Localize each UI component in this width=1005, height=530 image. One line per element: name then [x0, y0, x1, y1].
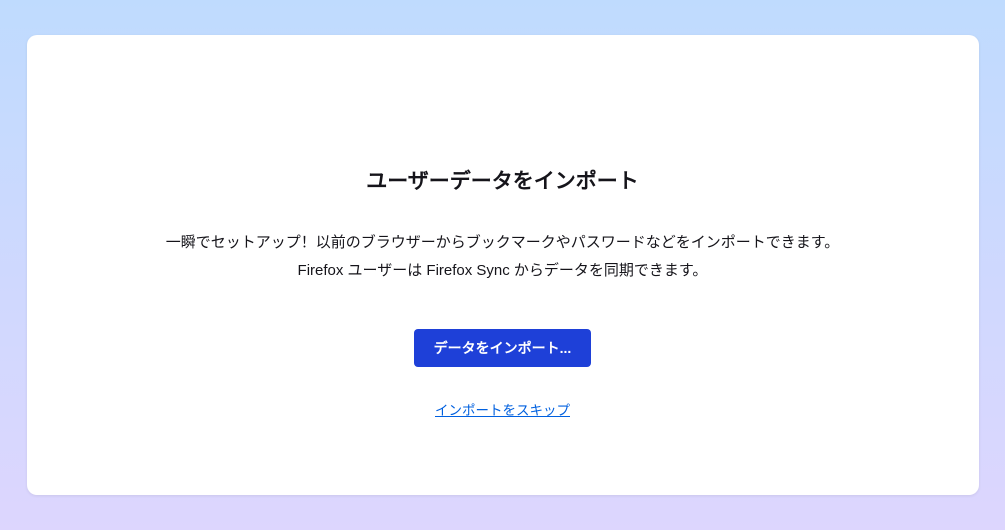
description-line-2: Firefox ユーザーは Firefox Sync からデータを同期できます。	[166, 257, 840, 285]
description-line-1: 一瞬でセットアップ！以前のブラウザーからブックマークやパスワードなどをインポート…	[166, 229, 840, 257]
dialog-heading: ユーザーデータをインポート	[366, 165, 639, 195]
import-data-button[interactable]: データをインポート...	[414, 329, 592, 367]
dialog-description: 一瞬でセットアップ！以前のブラウザーからブックマークやパスワードなどをインポート…	[166, 229, 840, 285]
skip-import-link[interactable]: インポートをスキップ	[435, 399, 570, 419]
import-dialog-card: ユーザーデータをインポート 一瞬でセットアップ！以前のブラウザーからブックマーク…	[27, 35, 979, 495]
